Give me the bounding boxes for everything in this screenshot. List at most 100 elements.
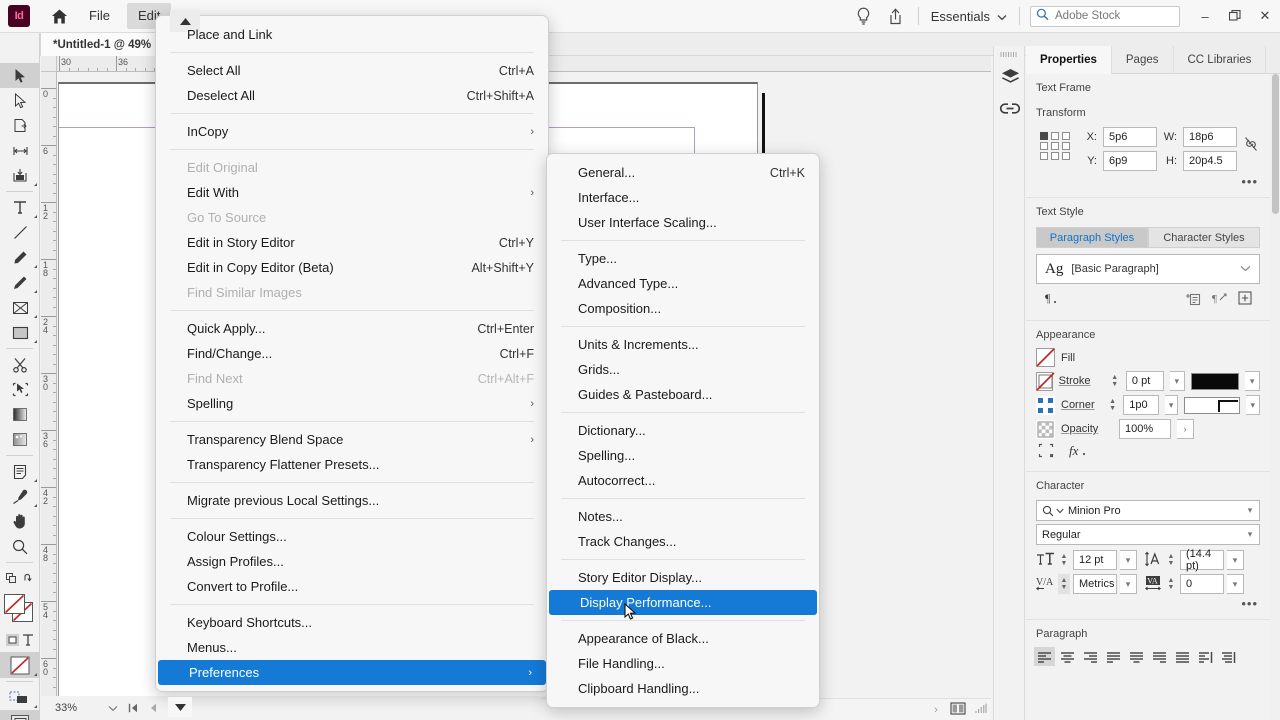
menu-item-preferences[interactable]: Preferences › [158, 660, 546, 685]
menu-item-display-performance[interactable]: Display Performance... [549, 590, 817, 615]
prev-page-icon[interactable] [143, 703, 163, 713]
menu-item-migrate-previous-local-settings[interactable]: Migrate previous Local Settings... [156, 488, 548, 513]
stroke-swatch[interactable] [1036, 371, 1055, 391]
menu-item-menus[interactable]: Menus... [156, 635, 548, 660]
stroke-weight-input[interactable]: 0 pt [1125, 371, 1164, 391]
menu-item-autocorrect[interactable]: Autocorrect... [547, 468, 819, 493]
menu-item-type[interactable]: Type... [547, 246, 819, 271]
menu-item-convert-to-profile[interactable]: Convert to Profile... [156, 574, 548, 599]
formatting-affects-container-text[interactable] [0, 627, 40, 652]
opacity-input[interactable]: 100% [1119, 419, 1171, 439]
gap-tool[interactable] [0, 138, 40, 163]
menu-item-track-changes[interactable]: Track Changes... [547, 529, 819, 554]
minimize-button[interactable]: – [1190, 0, 1220, 33]
kerning-stepper[interactable]: ▲ ▼ [1058, 574, 1070, 594]
first-page-icon[interactable] [123, 703, 143, 713]
menu-item-general[interactable]: General... Ctrl+K [547, 160, 819, 185]
corner-size-input[interactable]: 1p0 [1123, 395, 1159, 415]
page-tool[interactable] [0, 113, 40, 138]
tracking-dropdown-icon[interactable]: ▾ [1227, 574, 1244, 594]
transform-y-input[interactable]: 6p9 [1103, 151, 1157, 171]
corner-shape-swatch[interactable] [1184, 396, 1241, 414]
menu-item-quick-apply[interactable]: Quick Apply... Ctrl+Enter [156, 316, 548, 341]
align-left-icon[interactable] [1034, 647, 1055, 666]
transform-x-input[interactable]: 5p6 [1103, 127, 1157, 147]
menu-item-edit-in-story-editor[interactable]: Edit in Story Editor Ctrl+Y [156, 230, 548, 255]
menu-item-select-all[interactable]: Select All Ctrl+A [156, 58, 548, 83]
menu-item-clipboard-handling[interactable]: Clipboard Handling... [547, 676, 819, 701]
menu-file[interactable]: File [78, 3, 121, 29]
justify-right-icon[interactable] [1149, 647, 1170, 666]
character-more-options-icon[interactable]: ••• [1026, 596, 1270, 611]
corner-shape-dropdown-icon[interactable]: ▾ [1246, 395, 1261, 415]
menu-item-dictionary[interactable]: Dictionary... [547, 418, 819, 443]
menu-item-notes[interactable]: Notes... [547, 504, 819, 529]
fill-swatch[interactable] [1036, 348, 1055, 367]
page-layout-toggle-icon[interactable] [945, 701, 971, 718]
home-icon[interactable] [46, 3, 72, 29]
menu-item-assign-profiles[interactable]: Assign Profiles... [156, 549, 548, 574]
menu-item-incopy[interactable]: InCopy › [156, 119, 548, 144]
line-tool[interactable] [0, 220, 40, 245]
clear-overrides-icon[interactable]: ¶ [1206, 288, 1232, 308]
stroke-color-dropdown-icon[interactable]: ▾ [1245, 371, 1261, 391]
menu-item-edit-in-copy-editor-beta[interactable]: Edit in Copy Editor (Beta) Alt+Shift+Y [156, 255, 548, 280]
menu-item-composition[interactable]: Composition... [547, 296, 819, 321]
scissors-tool[interactable] [0, 352, 40, 377]
menu-item-transparency-blend-space[interactable]: Transparency Blend Space › [156, 427, 548, 452]
maximize-button[interactable] [1220, 0, 1250, 33]
apply-none-button[interactable] [0, 652, 40, 678]
pencil-tool[interactable] [0, 270, 40, 295]
menu-item-guides-pasteboard[interactable]: Guides & Pasteboard... [547, 382, 819, 407]
ruler-origin-handle[interactable] [41, 56, 57, 72]
font-size-stepper[interactable]: ▲ ▼ [1058, 550, 1070, 570]
share-icon[interactable] [880, 0, 912, 33]
rectangle-frame-tool[interactable] [0, 295, 40, 320]
leading-input[interactable]: (14.4 pt) [1180, 548, 1224, 572]
zoom-dropdown-icon[interactable] [103, 705, 123, 712]
hand-tool[interactable] [0, 509, 40, 534]
align-right-icon[interactable] [1080, 647, 1101, 666]
pen-tool[interactable] [0, 245, 40, 270]
document-tab[interactable]: *Untitled-1 @ 49% [40, 33, 165, 56]
menu-item-edit-with[interactable]: Edit With › [156, 180, 548, 205]
type-tool[interactable] [0, 195, 40, 220]
menu-scroll-down-icon[interactable] [168, 697, 192, 717]
tab-pages[interactable]: Pages [1112, 46, 1174, 74]
tab-paragraph-styles[interactable]: Paragraph Styles [1036, 227, 1148, 248]
zoom-tool[interactable] [0, 534, 40, 559]
align-center-icon[interactable] [1057, 647, 1078, 666]
align-away-spine-icon[interactable] [1218, 647, 1239, 666]
zoom-level-value[interactable]: 33% [41, 702, 103, 714]
menu-item-interface[interactable]: Interface... [547, 185, 819, 210]
stroke-weight-dropdown-icon[interactable]: ▾ [1169, 371, 1185, 391]
corner-size-dropdown-icon[interactable]: ▾ [1164, 395, 1179, 415]
add-style-icon[interactable] [1232, 288, 1258, 308]
gradient-swatch-tool[interactable] [0, 402, 40, 427]
font-size-dropdown-icon[interactable]: ▾ [1120, 550, 1137, 570]
workspace-selector[interactable]: Essentials [925, 9, 1013, 24]
normal-view-mode[interactable] [0, 685, 40, 710]
dock-grip-icon[interactable] [994, 46, 1024, 60]
menu-item-colour-settings[interactable]: Colour Settings... [156, 524, 548, 549]
tracking-stepper[interactable]: ▲ ▼ [1165, 574, 1177, 594]
tracking-input[interactable]: 0 [1180, 574, 1224, 594]
adobe-stock-search-input[interactable]: Adobe Stock [1030, 5, 1180, 27]
links-icon[interactable] [994, 92, 1026, 124]
transform-h-input[interactable]: 20p4.5 [1183, 151, 1237, 171]
paragraph-style-dropdown[interactable]: Ag [Basic Paragraph] [1036, 254, 1260, 284]
new-style-icon[interactable] [1180, 288, 1206, 308]
screen-mode-button[interactable] [0, 710, 40, 720]
tab-cc-libraries[interactable]: CC Libraries [1174, 46, 1267, 74]
kerning-dropdown-icon[interactable]: ▾ [1120, 574, 1137, 594]
content-collector-tool[interactable] [0, 163, 40, 188]
gradient-feather-tool[interactable] [0, 427, 40, 452]
menu-item-place-and-link[interactable]: Place and Link [156, 22, 548, 47]
justify-center-icon[interactable] [1126, 647, 1147, 666]
layers-icon[interactable] [994, 60, 1026, 92]
font-style-dropdown[interactable]: Regular ▾ [1036, 524, 1260, 545]
menu-item-spelling[interactable]: Spelling › [156, 391, 548, 416]
rectangle-tool[interactable] [0, 320, 40, 345]
opacity-slider-icon[interactable]: › [1177, 419, 1194, 439]
transform-more-options-icon[interactable]: ••• [1026, 174, 1270, 189]
